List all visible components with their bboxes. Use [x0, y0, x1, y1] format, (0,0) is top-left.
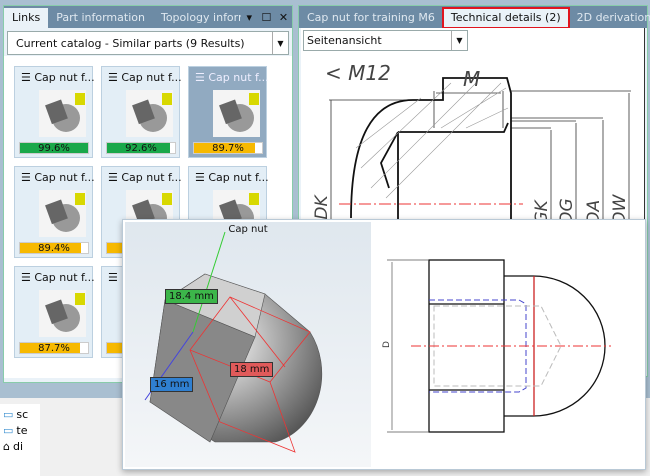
- similarity-score: 89.7%: [212, 143, 244, 154]
- menu-icon[interactable]: ☰: [195, 71, 205, 84]
- tree-item[interactable]: ▭ te: [0, 424, 40, 440]
- part-thumbnail: [126, 90, 173, 137]
- result-title: Cap nut f...: [34, 271, 95, 284]
- result-card[interactable]: ☰ Cap nut f... 89.4%: [14, 166, 95, 258]
- menu-icon[interactable]: ☰: [21, 71, 31, 84]
- part-icon: ⌂: [3, 440, 10, 453]
- m-label: M: [463, 67, 480, 91]
- tab-technical-details[interactable]: Technical details (2): [441, 7, 570, 29]
- chevron-down-icon[interactable]: ▼: [272, 32, 288, 54]
- catalog-select[interactable]: Current catalog - Similar parts (9 Resul…: [7, 31, 289, 55]
- d-dimension-label: D: [382, 341, 392, 348]
- preview-popup: Cap nut 18.4 mm 18 mm 16 mm D: [122, 219, 646, 470]
- result-card[interactable]: ☰ Cap nut f... 89.7%: [188, 66, 269, 158]
- thread-label: < M12: [325, 61, 391, 85]
- similarity-bar: 89.4%: [19, 242, 89, 254]
- tree-item[interactable]: ⌂ di: [0, 440, 40, 456]
- tab-links[interactable]: Links: [4, 8, 49, 28]
- folder-icon: ▭: [3, 424, 14, 437]
- result-title: Cap nut f...: [208, 171, 269, 184]
- maximize-icon[interactable]: ☐: [258, 8, 275, 28]
- dimension-length-label: 18 mm: [230, 362, 274, 377]
- dropdown-icon[interactable]: ▾: [241, 8, 258, 28]
- similarity-score: 92.6%: [125, 143, 157, 154]
- 2d-drawing: D: [382, 259, 611, 433]
- dimension-height-label: 18.4 mm: [165, 289, 218, 304]
- tab-2d-derivation[interactable]: 2D derivation: [569, 8, 650, 28]
- similarity-bar: 99.6%: [19, 142, 89, 154]
- folder-icon: ▭: [3, 408, 14, 421]
- part-thumbnail: [213, 90, 260, 137]
- tree-item[interactable]: ▭ sc: [0, 408, 40, 424]
- similarity-score: 99.6%: [38, 143, 70, 154]
- menu-icon[interactable]: ☰: [21, 271, 31, 284]
- similarity-score: 87.7%: [38, 343, 70, 354]
- result-card[interactable]: ☰ Cap nut f... 99.6%: [14, 66, 95, 158]
- tab-cap-nut[interactable]: Cap nut for training M6: [299, 8, 443, 28]
- part-thumbnail: [39, 290, 86, 337]
- file-tree: ▭ sc ▭ te ⌂ di: [0, 404, 40, 476]
- result-title: Cap nut f...: [121, 71, 182, 84]
- 3d-model: [144, 231, 323, 453]
- part-thumbnail: [39, 190, 86, 237]
- 3d-view[interactable]: Cap nut 18.4 mm 18 mm 16 mm: [125, 222, 371, 467]
- tab-part-information[interactable]: Part information: [48, 8, 153, 28]
- close-icon[interactable]: ✕: [275, 8, 292, 28]
- menu-icon[interactable]: ☰: [108, 71, 118, 84]
- result-title: Cap nut f...: [34, 71, 95, 84]
- similarity-bar: 92.6%: [106, 142, 176, 154]
- dimension-width-label: 16 mm: [150, 377, 194, 392]
- tab-topology-information[interactable]: Topology informati: [153, 8, 241, 28]
- menu-icon[interactable]: ☰: [108, 171, 118, 184]
- result-title: Cap nut f...: [34, 171, 95, 184]
- similarity-bar: 89.7%: [193, 142, 263, 154]
- right-tabbar: Cap nut for training M6 Technical detail…: [299, 6, 650, 29]
- menu-icon[interactable]: ☰: [195, 171, 205, 184]
- result-title: Cap nut f...: [121, 171, 182, 184]
- left-tabbar: Links Part information Topology informat…: [4, 6, 292, 28]
- result-title: Cap nut f...: [208, 71, 269, 84]
- menu-icon[interactable]: ☰: [108, 271, 118, 284]
- menu-icon[interactable]: ☰: [21, 171, 31, 184]
- part-thumbnail: [39, 90, 86, 137]
- similarity-bar: 87.7%: [19, 342, 89, 354]
- similarity-score: 89.4%: [38, 243, 70, 254]
- result-card[interactable]: ☰ Cap nut f... 92.6%: [101, 66, 182, 158]
- result-card[interactable]: ☰ Cap nut f... 87.7%: [14, 266, 95, 358]
